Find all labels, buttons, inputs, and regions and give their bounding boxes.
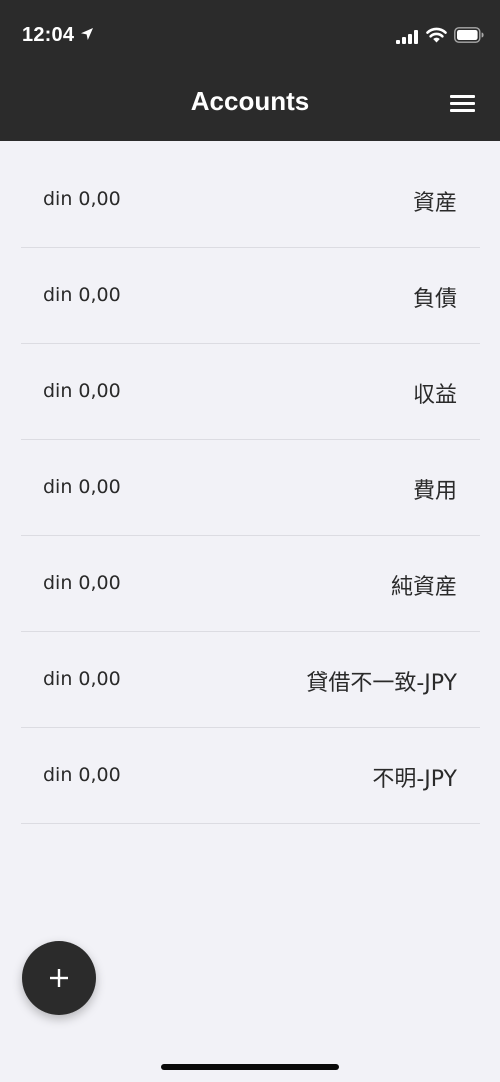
account-row-equity[interactable]: din 0,00 純資産 — [21, 536, 480, 632]
hamburger-menu-icon[interactable] — [444, 90, 482, 118]
location-arrow-icon — [81, 28, 93, 40]
cellular-signal-icon — [396, 30, 418, 44]
battery-icon — [454, 27, 484, 43]
account-list: din 0,00 資産 din 0,00 負債 din 0,00 収益 din … — [21, 152, 480, 824]
status-bar: 12:04 — [0, 0, 500, 70]
account-balance: din 0,00 — [43, 380, 121, 402]
account-name: 不明-JPY — [372, 767, 457, 792]
home-indicator[interactable] — [161, 1064, 339, 1070]
account-row-liabilities[interactable]: din 0,00 負債 — [21, 248, 480, 344]
account-row-expenses[interactable]: din 0,00 費用 — [21, 440, 480, 536]
page-title: Accounts — [190, 86, 310, 116]
account-row-income[interactable]: din 0,00 収益 — [21, 344, 480, 440]
account-balance: din 0,00 — [43, 668, 121, 690]
account-balance: din 0,00 — [43, 188, 121, 210]
account-balance: din 0,00 — [43, 284, 121, 306]
account-balance: din 0,00 — [43, 764, 121, 786]
account-name: 収益 — [412, 383, 457, 408]
account-row-unknown[interactable]: din 0,00 不明-JPY — [21, 728, 480, 824]
plus-icon — [50, 969, 68, 987]
account-name: 貸借不一致-JPY — [306, 671, 457, 696]
navigation-bar: 12:04 Accounts — [0, 0, 500, 141]
account-row-assets[interactable]: din 0,00 資産 — [21, 152, 480, 248]
account-name: 負債 — [412, 287, 457, 312]
account-name: 純資産 — [390, 575, 457, 600]
status-time: 12:04 — [22, 24, 75, 46]
menu-line — [450, 95, 475, 98]
add-account-button[interactable] — [22, 941, 96, 1015]
account-name: 費用 — [412, 479, 457, 504]
wifi-icon — [426, 27, 447, 43]
account-row-imbalance[interactable]: din 0,00 貸借不一致-JPY — [21, 632, 480, 728]
account-balance: din 0,00 — [43, 572, 121, 594]
menu-line — [450, 102, 475, 105]
account-name: 資産 — [412, 191, 457, 216]
account-balance: din 0,00 — [43, 476, 121, 498]
menu-line — [450, 109, 475, 112]
